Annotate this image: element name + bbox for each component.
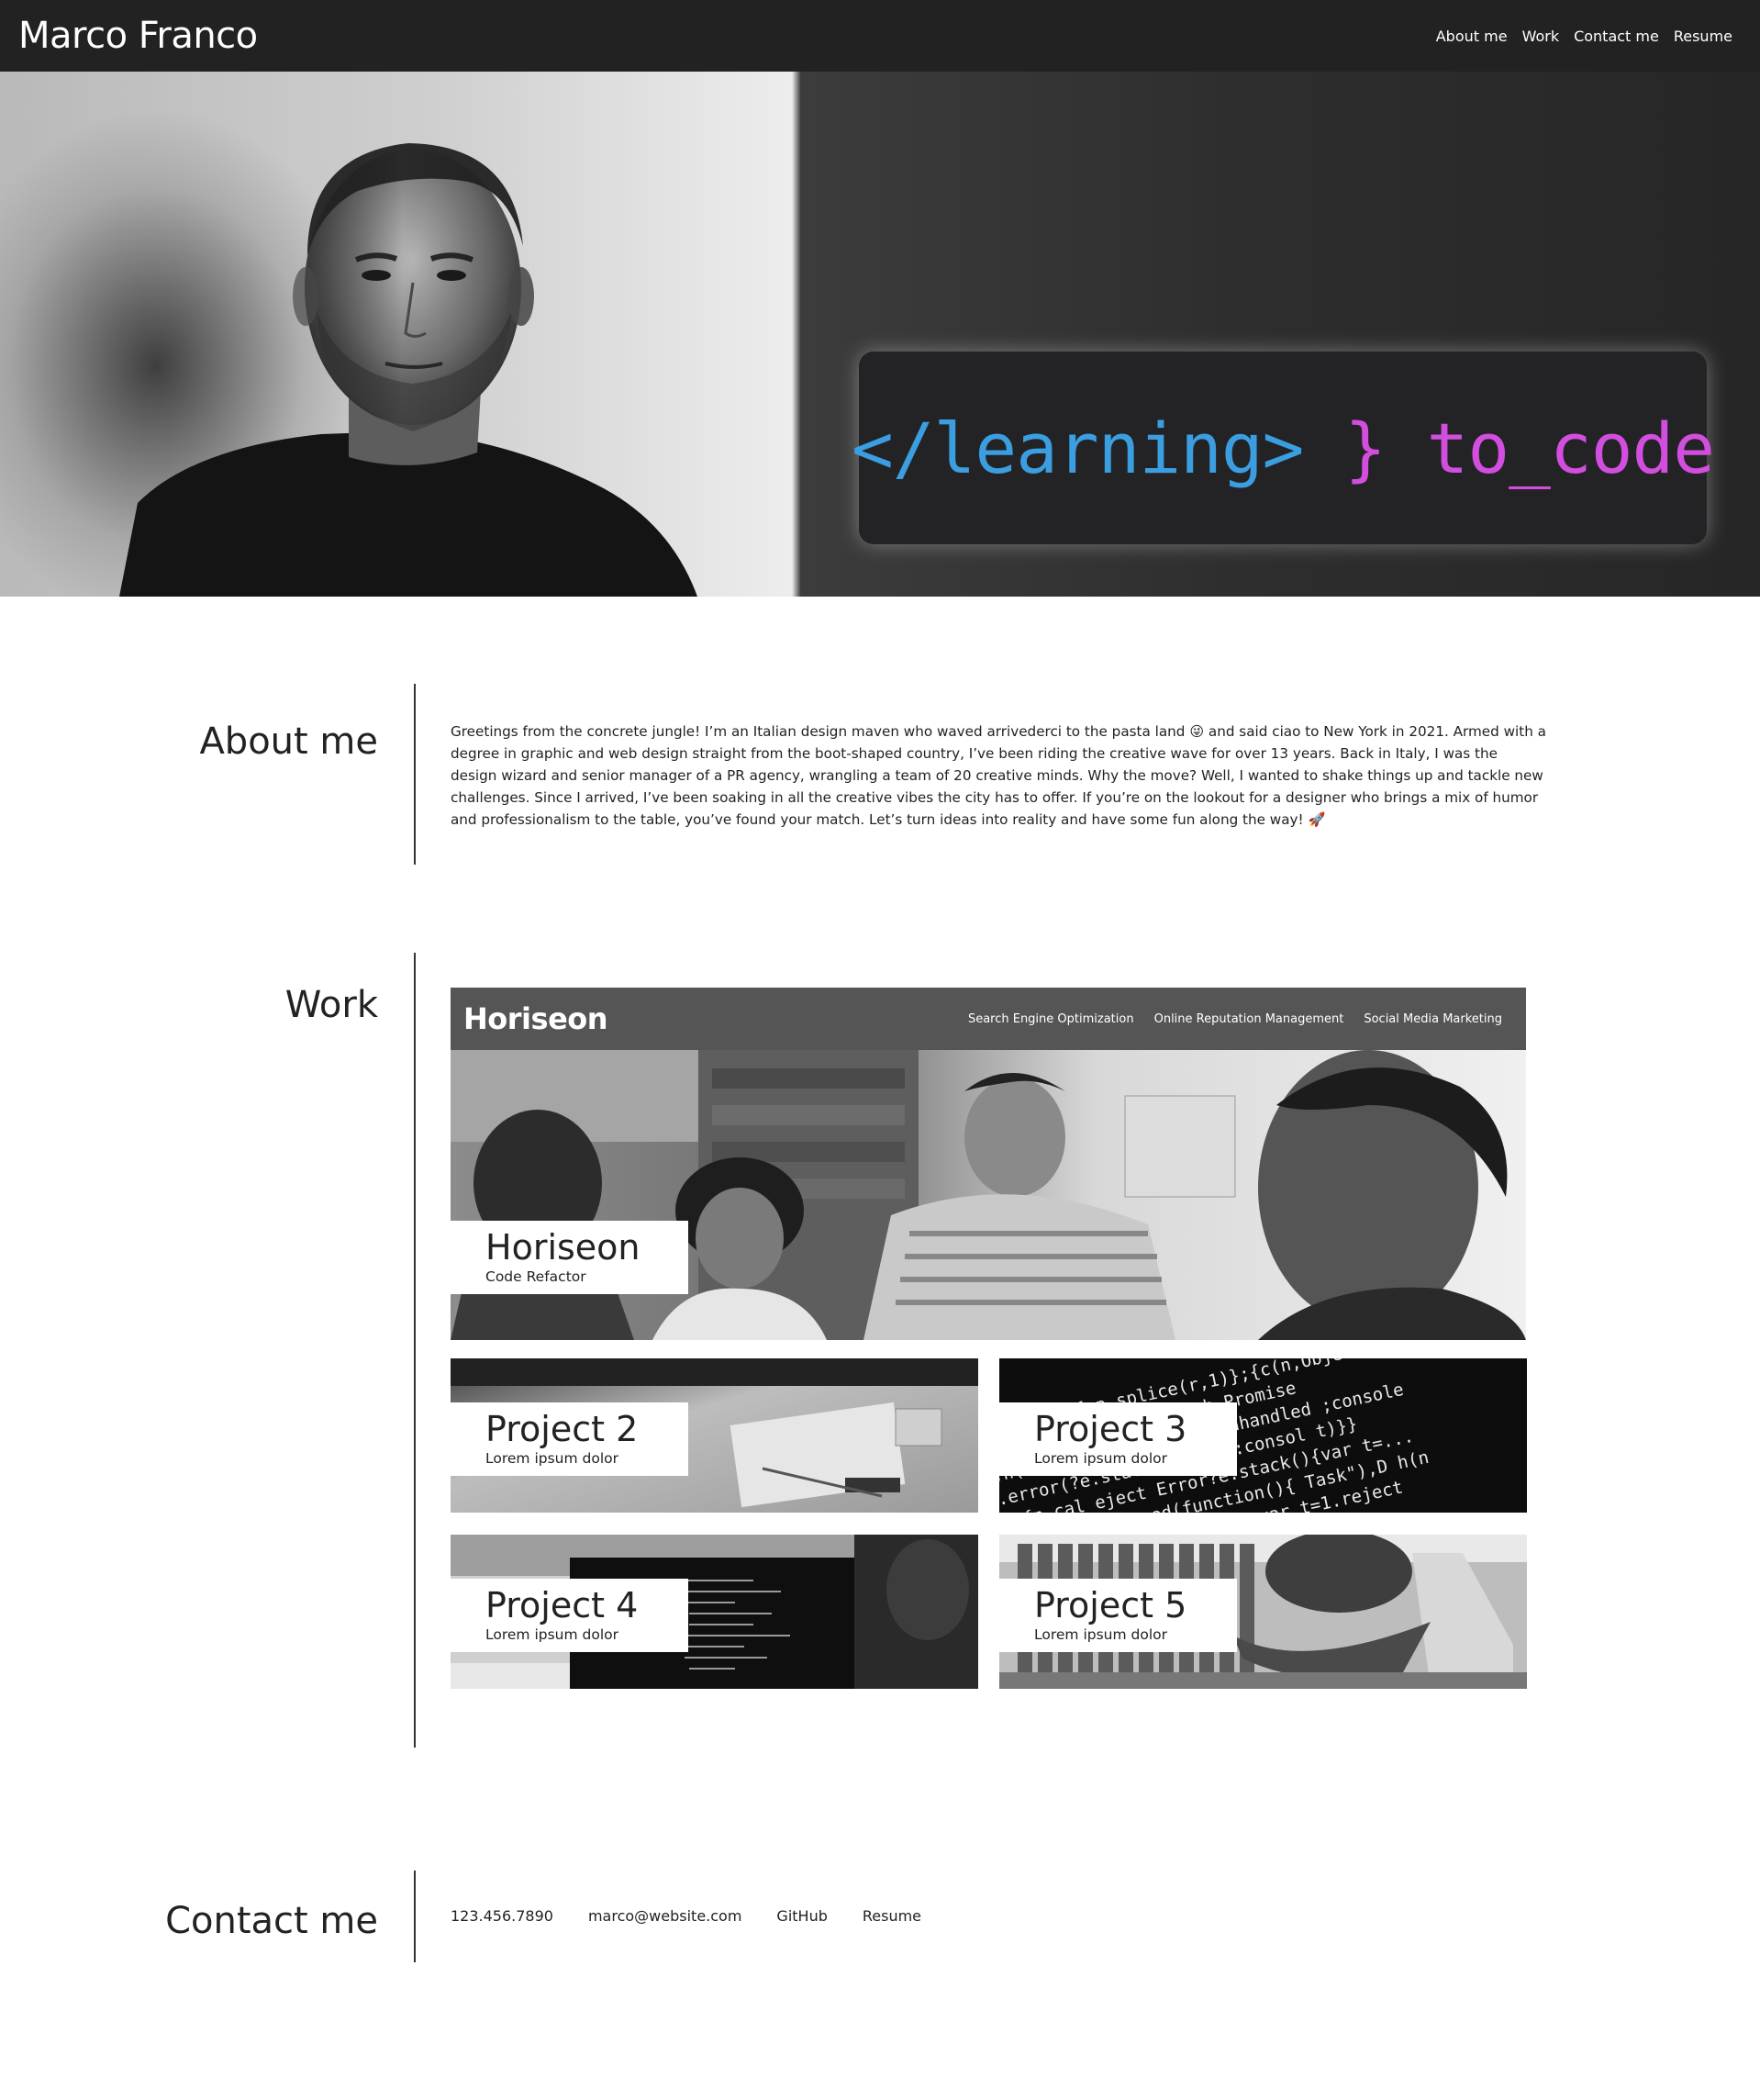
contact-divider <box>414 1871 416 1962</box>
nav-contact-link[interactable]: Contact me <box>1574 28 1659 45</box>
project-label: Project 5 Lorem ipsum dolor <box>999 1579 1237 1652</box>
code-tag-text: </learning> <box>852 407 1304 489</box>
work-heading: Work <box>284 984 378 1026</box>
project-title: Project 5 <box>1034 1585 1187 1625</box>
horiseon-nav-item: Social Media Marketing <box>1364 1011 1502 1026</box>
nav-work-link[interactable]: Work <box>1522 28 1560 45</box>
project-label: Project 3 Lorem ipsum dolor <box>999 1402 1237 1476</box>
project-label: Project 4 Lorem ipsum dolor <box>451 1579 688 1652</box>
code-brace-text: } <box>1344 407 1387 489</box>
contact-links: 123.456.7890 marco@website.com GitHub Re… <box>451 1907 921 1925</box>
about-divider <box>414 684 416 865</box>
email-link[interactable]: marco@website.com <box>588 1907 741 1925</box>
project-subtitle: Lorem ipsum dolor <box>1034 1626 1167 1643</box>
nav-about-link[interactable]: About me <box>1436 28 1508 45</box>
project-subtitle: Lorem ipsum dolor <box>485 1450 618 1467</box>
project-card[interactable]: Project 5 Lorem ipsum dolor <box>999 1535 1527 1689</box>
horiseon-logo: Horiseon <box>463 1001 608 1036</box>
project-subtitle: Lorem ipsum dolor <box>1034 1450 1167 1467</box>
project-card[interactable]: Project 2 Lorem ipsum dolor <box>451 1358 978 1513</box>
horiseon-header-bar: Horiseon Search Engine Optimization Onli… <box>451 988 1526 1050</box>
work-divider <box>414 953 416 1748</box>
github-link[interactable]: GitHub <box>776 1907 827 1925</box>
about-heading: About me <box>199 720 378 763</box>
horiseon-nav-item: Search Engine Optimization <box>967 1011 1134 1026</box>
horiseon-nav-item: Online Reputation Management <box>1153 1011 1344 1026</box>
code-card: </learning> } to_code <box>852 352 1715 544</box>
work-section: Work Horiseon Search Engine Optimization… <box>0 953 1760 1748</box>
project-card[interactable]: ck?" s(t){ p.splice(r,1)};{c(n,Object.de… <box>999 1358 1527 1513</box>
about-section: About me Greetings from the concrete jun… <box>0 684 1760 865</box>
portrait-photo <box>119 143 697 597</box>
featured-project-card[interactable]: Horiseon Search Engine Optimization Onli… <box>451 988 1526 1340</box>
featured-project-subtitle: Code Refactor <box>485 1268 586 1285</box>
site-header: Marco Franco About me Work Contact me Re… <box>0 0 1760 72</box>
about-text: Greetings from the concrete jungle! I’m … <box>451 723 1546 828</box>
horiseon-nav: Search Engine Optimization Online Reputa… <box>968 1012 1502 1026</box>
hero-banner: </learning> } to_code <box>0 72 1760 597</box>
code-fn-text: to_code <box>1426 407 1715 489</box>
project-subtitle: Lorem ipsum dolor <box>485 1626 618 1643</box>
project-card[interactable]: Project 4 Lorem ipsum dolor <box>451 1535 978 1689</box>
resume-link[interactable]: Resume <box>863 1907 921 1925</box>
nav-resume-link[interactable]: Resume <box>1674 28 1732 45</box>
team-meeting-photo <box>451 1050 1526 1340</box>
site-title: Marco Franco <box>18 15 258 57</box>
main-nav: About me Work Contact me Resume <box>1436 28 1742 45</box>
featured-project-title: Horiseon <box>485 1227 641 1268</box>
featured-project-label: Horiseon Code Refactor <box>451 1221 688 1294</box>
phone-link[interactable]: 123.456.7890 <box>451 1907 553 1925</box>
project-label: Project 2 Lorem ipsum dolor <box>451 1402 688 1476</box>
project-title: Project 3 <box>1034 1409 1187 1449</box>
code-text: </learning> } to_code <box>852 407 1715 489</box>
project-title: Project 2 <box>485 1409 639 1449</box>
contact-section: Contact me 123.456.7890 marco@website.co… <box>0 1871 1760 1962</box>
project-title: Project 4 <box>485 1585 639 1625</box>
contact-heading: Contact me <box>165 1900 378 1942</box>
